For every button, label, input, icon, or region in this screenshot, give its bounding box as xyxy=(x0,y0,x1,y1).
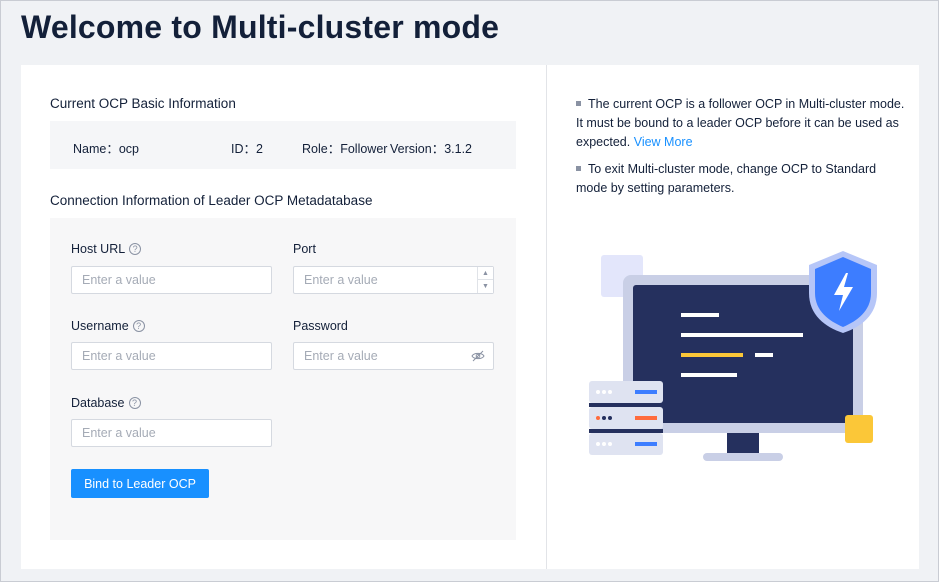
port-stepper[interactable]: ▲ ▼ xyxy=(477,267,493,293)
bind-to-leader-button[interactable]: Bind to Leader OCP xyxy=(71,469,209,498)
password-label-text: Password xyxy=(293,319,348,333)
database-label-text: Database xyxy=(71,396,125,410)
bullet-icon xyxy=(576,166,581,171)
host-url-input[interactable] xyxy=(71,266,272,294)
port-input[interactable] xyxy=(293,266,494,294)
database-input[interactable] xyxy=(71,419,272,447)
connection-form: Host URL ? Port ▲ ▼ Username ? xyxy=(50,218,516,540)
port-field: ▲ ▼ xyxy=(293,266,494,294)
question-circle-icon[interactable]: ? xyxy=(129,243,142,255)
note1-text: The current OCP is a follower OCP in Mul… xyxy=(576,97,905,149)
main-card: Current OCP Basic Information Name：ocp I… xyxy=(21,65,919,569)
page-title: Welcome to Multi-cluster mode xyxy=(21,9,500,45)
left-pane: Current OCP Basic Information Name：ocp I… xyxy=(21,65,546,569)
basic-info-box: Name：ocp ID：2 Role：Follower Version：3.1.… xyxy=(50,121,516,169)
username-input[interactable] xyxy=(71,342,272,370)
basic-info-id: ID：2 xyxy=(231,142,263,156)
question-circle-icon[interactable]: ? xyxy=(132,320,145,332)
decor-yellow-square xyxy=(845,415,873,443)
chevron-down-icon[interactable]: ▼ xyxy=(478,280,493,293)
eye-invisible-icon[interactable] xyxy=(471,350,485,362)
right-pane: The current OCP is a follower OCP in Mul… xyxy=(547,65,919,569)
port-label-text: Port xyxy=(293,242,316,256)
server-stack-illustration xyxy=(589,381,663,455)
basic-info-role: Role：Follower xyxy=(302,142,388,156)
basic-info-title: Current OCP Basic Information xyxy=(50,96,236,111)
password-field xyxy=(293,342,494,370)
note-exit-mode: To exit Multi-cluster mode, change OCP t… xyxy=(576,160,906,198)
note-bound-requirement: The current OCP is a follower OCP in Mul… xyxy=(576,95,906,152)
note2-text: To exit Multi-cluster mode, change OCP t… xyxy=(576,162,877,195)
host-url-label: Host URL ? xyxy=(71,242,142,256)
chevron-up-icon[interactable]: ▲ xyxy=(478,267,493,280)
username-label: Username ? xyxy=(71,319,145,333)
monitor-stand xyxy=(727,433,759,455)
port-label: Port xyxy=(293,242,316,256)
basic-info-version: Version：3.1.2 xyxy=(390,142,472,156)
basic-info-name: Name：ocp xyxy=(73,142,139,156)
view-more-link[interactable]: View More xyxy=(634,135,693,149)
host-url-label-text: Host URL xyxy=(71,242,126,256)
question-circle-icon[interactable]: ? xyxy=(128,397,141,409)
bullet-icon xyxy=(576,101,581,106)
username-label-text: Username xyxy=(71,319,129,333)
monitor-illustration xyxy=(589,251,877,461)
connection-info-title: Connection Information of Leader OCP Met… xyxy=(50,193,373,208)
password-input[interactable] xyxy=(293,342,494,370)
database-label: Database ? xyxy=(71,396,141,410)
password-label: Password xyxy=(293,319,348,333)
